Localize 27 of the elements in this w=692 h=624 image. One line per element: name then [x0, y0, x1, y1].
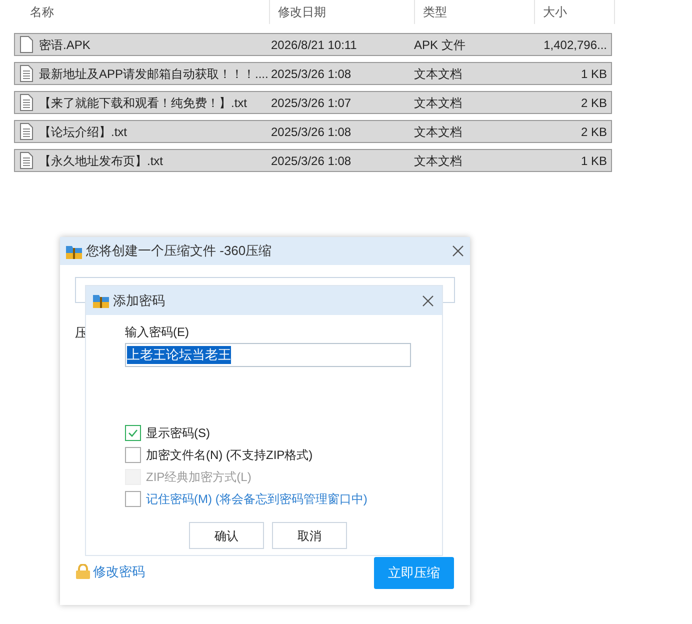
password-label: 输入密码(E): [125, 324, 190, 341]
option-label: 记住密码(M) (将会备忘到密码管理窗口中): [146, 491, 368, 508]
file-name: 【来了就能下载和观看！纯免费！】.txt: [39, 94, 248, 112]
file-size: 2 KB: [580, 124, 608, 140]
file-date: 2025/3/26 1:08: [271, 124, 352, 140]
option-label: ZIP经典加密方式(L): [146, 469, 252, 486]
file-type: APK 文件: [414, 36, 466, 54]
file-size: 1 KB: [580, 66, 608, 82]
file-size: 2 KB: [580, 94, 608, 112]
dialog-title: 添加密码: [113, 292, 166, 310]
option-label: 显示密码(S): [146, 425, 210, 442]
file-name: 最新地址及APP请发邮箱自动获取！！！....: [39, 66, 268, 82]
option-label: 加密文件名(N) (不支持ZIP格式): [146, 447, 313, 464]
file-size: 1 KB: [580, 152, 608, 170]
file-date: 2025/3/26 1:07: [271, 94, 352, 112]
file-date: 2025/3/26 1:08: [271, 66, 352, 82]
file-name: 密语.APK: [39, 36, 90, 54]
file-date: 2026/8/21 10:11: [271, 36, 358, 54]
file-type: 文本文档: [414, 66, 463, 82]
file-date: 2025/3/26 1:08: [271, 152, 352, 170]
file-name: 【论坛介绍】.txt: [39, 124, 128, 140]
file-name: 【永久地址发布页】.txt: [39, 152, 164, 170]
file-size: 1,402,796...: [542, 36, 608, 54]
file-type: 文本文档: [414, 152, 463, 170]
file-type: 文本文档: [414, 124, 463, 140]
window-title: 您将创建一个压缩文件 -360压缩: [86, 242, 273, 260]
file-type: 文本文档: [414, 94, 463, 112]
